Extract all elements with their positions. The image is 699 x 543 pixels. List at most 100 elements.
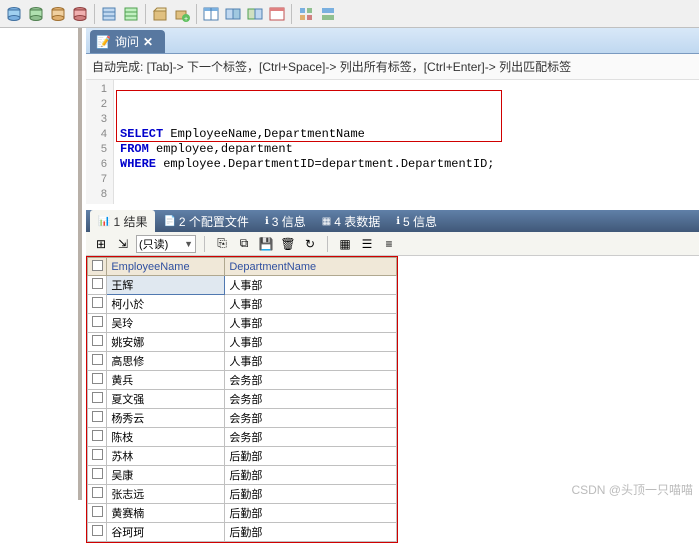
table-row[interactable]: 杨秀云会务部 [88, 409, 397, 428]
row-checkbox[interactable] [88, 276, 107, 295]
row-checkbox[interactable] [88, 504, 107, 523]
row-checkbox[interactable] [88, 409, 107, 428]
db-cyl-2-icon[interactable] [26, 4, 46, 24]
code-line[interactable]: FROM employee,department [120, 142, 693, 157]
box-open-icon[interactable] [150, 4, 170, 24]
table-multi-1-icon[interactable] [223, 4, 243, 24]
close-icon[interactable]: ✕ [143, 35, 153, 49]
row-checkbox[interactable] [88, 390, 107, 409]
copy-icon[interactable]: ⎘ [213, 235, 231, 253]
cell[interactable]: 杨秀云 [107, 409, 225, 428]
cell[interactable]: 谷珂珂 [107, 523, 225, 542]
table-row[interactable]: 苏林后勤部 [88, 447, 397, 466]
grid-small-2-icon[interactable] [318, 4, 338, 24]
cell[interactable]: 后勤部 [225, 466, 397, 485]
cell[interactable]: 王辉 [107, 276, 225, 295]
column-header[interactable]: EmployeeName [107, 258, 225, 276]
db-cyl-3-icon[interactable] [48, 4, 68, 24]
grid-export-icon[interactable]: ⇲ [114, 235, 132, 253]
grid-green-icon[interactable] [121, 4, 141, 24]
table-row[interactable]: 黄赛楠后勤部 [88, 504, 397, 523]
cell[interactable]: 人事部 [225, 352, 397, 371]
column-header[interactable]: DepartmentName [225, 258, 397, 276]
sql-editor[interactable]: 12345678 SELECT EmployeeName,DepartmentN… [86, 79, 699, 204]
cell[interactable]: 会务部 [225, 428, 397, 447]
cell[interactable]: 张志远 [107, 485, 225, 504]
cell[interactable]: 人事部 [225, 276, 397, 295]
grid-blue-icon[interactable] [99, 4, 119, 24]
readonly-select[interactable]: (只读)▼ [136, 235, 196, 253]
row-checkbox[interactable] [88, 466, 107, 485]
cell[interactable]: 姚安娜 [107, 333, 225, 352]
result-tab[interactable]: 📊1 结果 [90, 210, 155, 233]
result-tab[interactable]: ℹ3 信息 [257, 210, 314, 233]
row-checkbox[interactable] [88, 428, 107, 447]
table-row[interactable]: 柯小於人事部 [88, 295, 397, 314]
cell[interactable]: 苏林 [107, 447, 225, 466]
row-checkbox[interactable] [88, 447, 107, 466]
cell[interactable]: 会务部 [225, 390, 397, 409]
cell[interactable]: 吴玲 [107, 314, 225, 333]
view-text-icon[interactable]: ≡ [380, 235, 398, 253]
cell[interactable]: 黄赛楠 [107, 504, 225, 523]
grid-add-icon[interactable]: ⊞ [92, 235, 110, 253]
row-checkbox[interactable] [88, 371, 107, 390]
table-row[interactable]: 黄兵会务部 [88, 371, 397, 390]
cell[interactable]: 陈枝 [107, 428, 225, 447]
cell[interactable]: 后勤部 [225, 447, 397, 466]
table-row[interactable]: 张志远后勤部 [88, 485, 397, 504]
row-checkbox[interactable] [88, 485, 107, 504]
cell[interactable]: 柯小於 [107, 295, 225, 314]
code-line[interactable]: WHERE employee.DepartmentID=department.D… [120, 157, 693, 172]
select-all-header[interactable] [88, 258, 107, 276]
refresh-icon[interactable]: ↻ [301, 235, 319, 253]
grid-small-1-icon[interactable] [296, 4, 316, 24]
cell[interactable]: 后勤部 [225, 504, 397, 523]
cell[interactable]: 夏文强 [107, 390, 225, 409]
code-area[interactable]: SELECT EmployeeName,DepartmentNameFROM e… [114, 80, 699, 204]
table-multi-2-icon[interactable] [245, 4, 265, 24]
row-checkbox[interactable] [88, 523, 107, 542]
save-icon[interactable]: 💾 [257, 235, 275, 253]
box-add-icon[interactable]: + [172, 4, 192, 24]
duplicate-icon[interactable]: ⧉ [235, 235, 253, 253]
table-red-icon[interactable] [267, 4, 287, 24]
left-splitter[interactable] [0, 28, 82, 500]
separator [94, 4, 95, 24]
row-checkbox[interactable] [88, 333, 107, 352]
table-row[interactable]: 吴玲人事部 [88, 314, 397, 333]
row-checkbox[interactable] [88, 352, 107, 371]
cell[interactable]: 人事部 [225, 314, 397, 333]
cell[interactable]: 吴康 [107, 466, 225, 485]
result-tab[interactable]: 📄2 个配置文件 [155, 210, 256, 233]
cell[interactable]: 会务部 [225, 409, 397, 428]
table-row[interactable]: 谷珂珂后勤部 [88, 523, 397, 542]
table-row[interactable]: 夏文强会务部 [88, 390, 397, 409]
cell[interactable]: 后勤部 [225, 523, 397, 542]
table-row[interactable]: 王辉人事部 [88, 276, 397, 295]
cell[interactable]: 黄兵 [107, 371, 225, 390]
view-grid-icon[interactable]: ▦ [336, 235, 354, 253]
view-form-icon[interactable]: ☰ [358, 235, 376, 253]
db-cyl-4-icon[interactable] [70, 4, 90, 24]
table-row[interactable]: 吴康后勤部 [88, 466, 397, 485]
delete-icon[interactable]: 🗑 [279, 235, 297, 253]
cell[interactable]: 人事部 [225, 295, 397, 314]
db-cyl-1-icon[interactable] [4, 4, 24, 24]
cell[interactable]: 会务部 [225, 371, 397, 390]
cell[interactable]: 人事部 [225, 333, 397, 352]
cell[interactable]: 后勤部 [225, 485, 397, 504]
row-checkbox[interactable] [88, 295, 107, 314]
table-blue-icon[interactable] [201, 4, 221, 24]
result-tab[interactable]: ▦4 表数据 [314, 210, 388, 233]
result-tab[interactable]: ℹ5 信息 [388, 210, 445, 233]
cell[interactable]: 高思修 [107, 352, 225, 371]
result-grid[interactable]: EmployeeNameDepartmentName王辉人事部柯小於人事部吴玲人… [87, 257, 397, 542]
table-row[interactable]: 高思修人事部 [88, 352, 397, 371]
row-checkbox[interactable] [88, 314, 107, 333]
code-line[interactable]: SELECT EmployeeName,DepartmentName [120, 127, 693, 142]
table-row[interactable]: 陈枝会务部 [88, 428, 397, 447]
tab-icon: ℹ [265, 216, 269, 227]
table-row[interactable]: 姚安娜人事部 [88, 333, 397, 352]
query-tab[interactable]: 📝 询问 ✕ [90, 30, 165, 53]
